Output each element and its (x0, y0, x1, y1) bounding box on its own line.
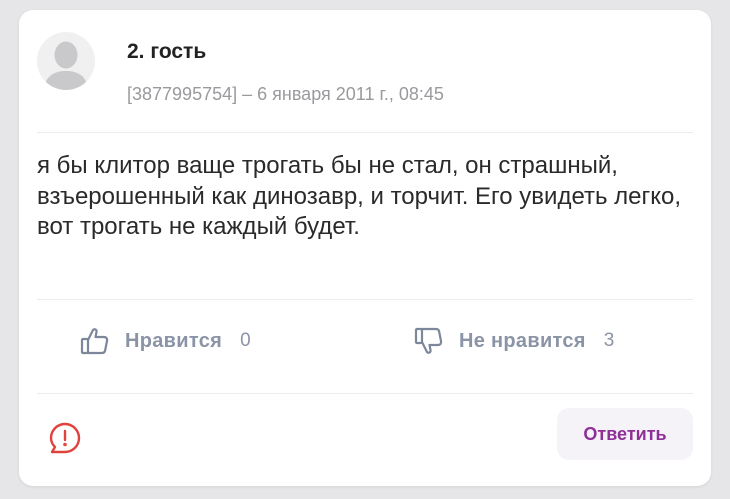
divider (37, 132, 693, 133)
avatar[interactable] (37, 32, 95, 90)
comment-card: 2. гость [3877995754] – 6 января 2011 г.… (19, 10, 711, 486)
thumbs-down-icon (414, 327, 443, 354)
author-name[interactable]: 2. гость (127, 40, 206, 64)
report-button[interactable] (47, 420, 83, 456)
dislike-count: 3 (603, 330, 615, 351)
report-icon (49, 422, 81, 454)
dislike-button[interactable]: Не нравится 3 (413, 324, 614, 358)
comment-meta: [3877995754] – 6 января 2011 г., 08:45 (127, 84, 444, 104)
reply-button[interactable]: Ответить (557, 408, 693, 460)
like-label: Нравится (125, 329, 223, 352)
user-silhouette-icon (44, 41, 88, 90)
like-count: 0 (240, 330, 251, 351)
thumbs-up-icon (80, 328, 109, 355)
divider (37, 299, 693, 300)
dislike-label: Не нравится (459, 329, 586, 352)
like-button[interactable]: Нравится 0 (79, 324, 251, 358)
divider (37, 393, 693, 394)
comment-text: я бы клитор ваще трогать бы не стал, он … (37, 152, 682, 240)
